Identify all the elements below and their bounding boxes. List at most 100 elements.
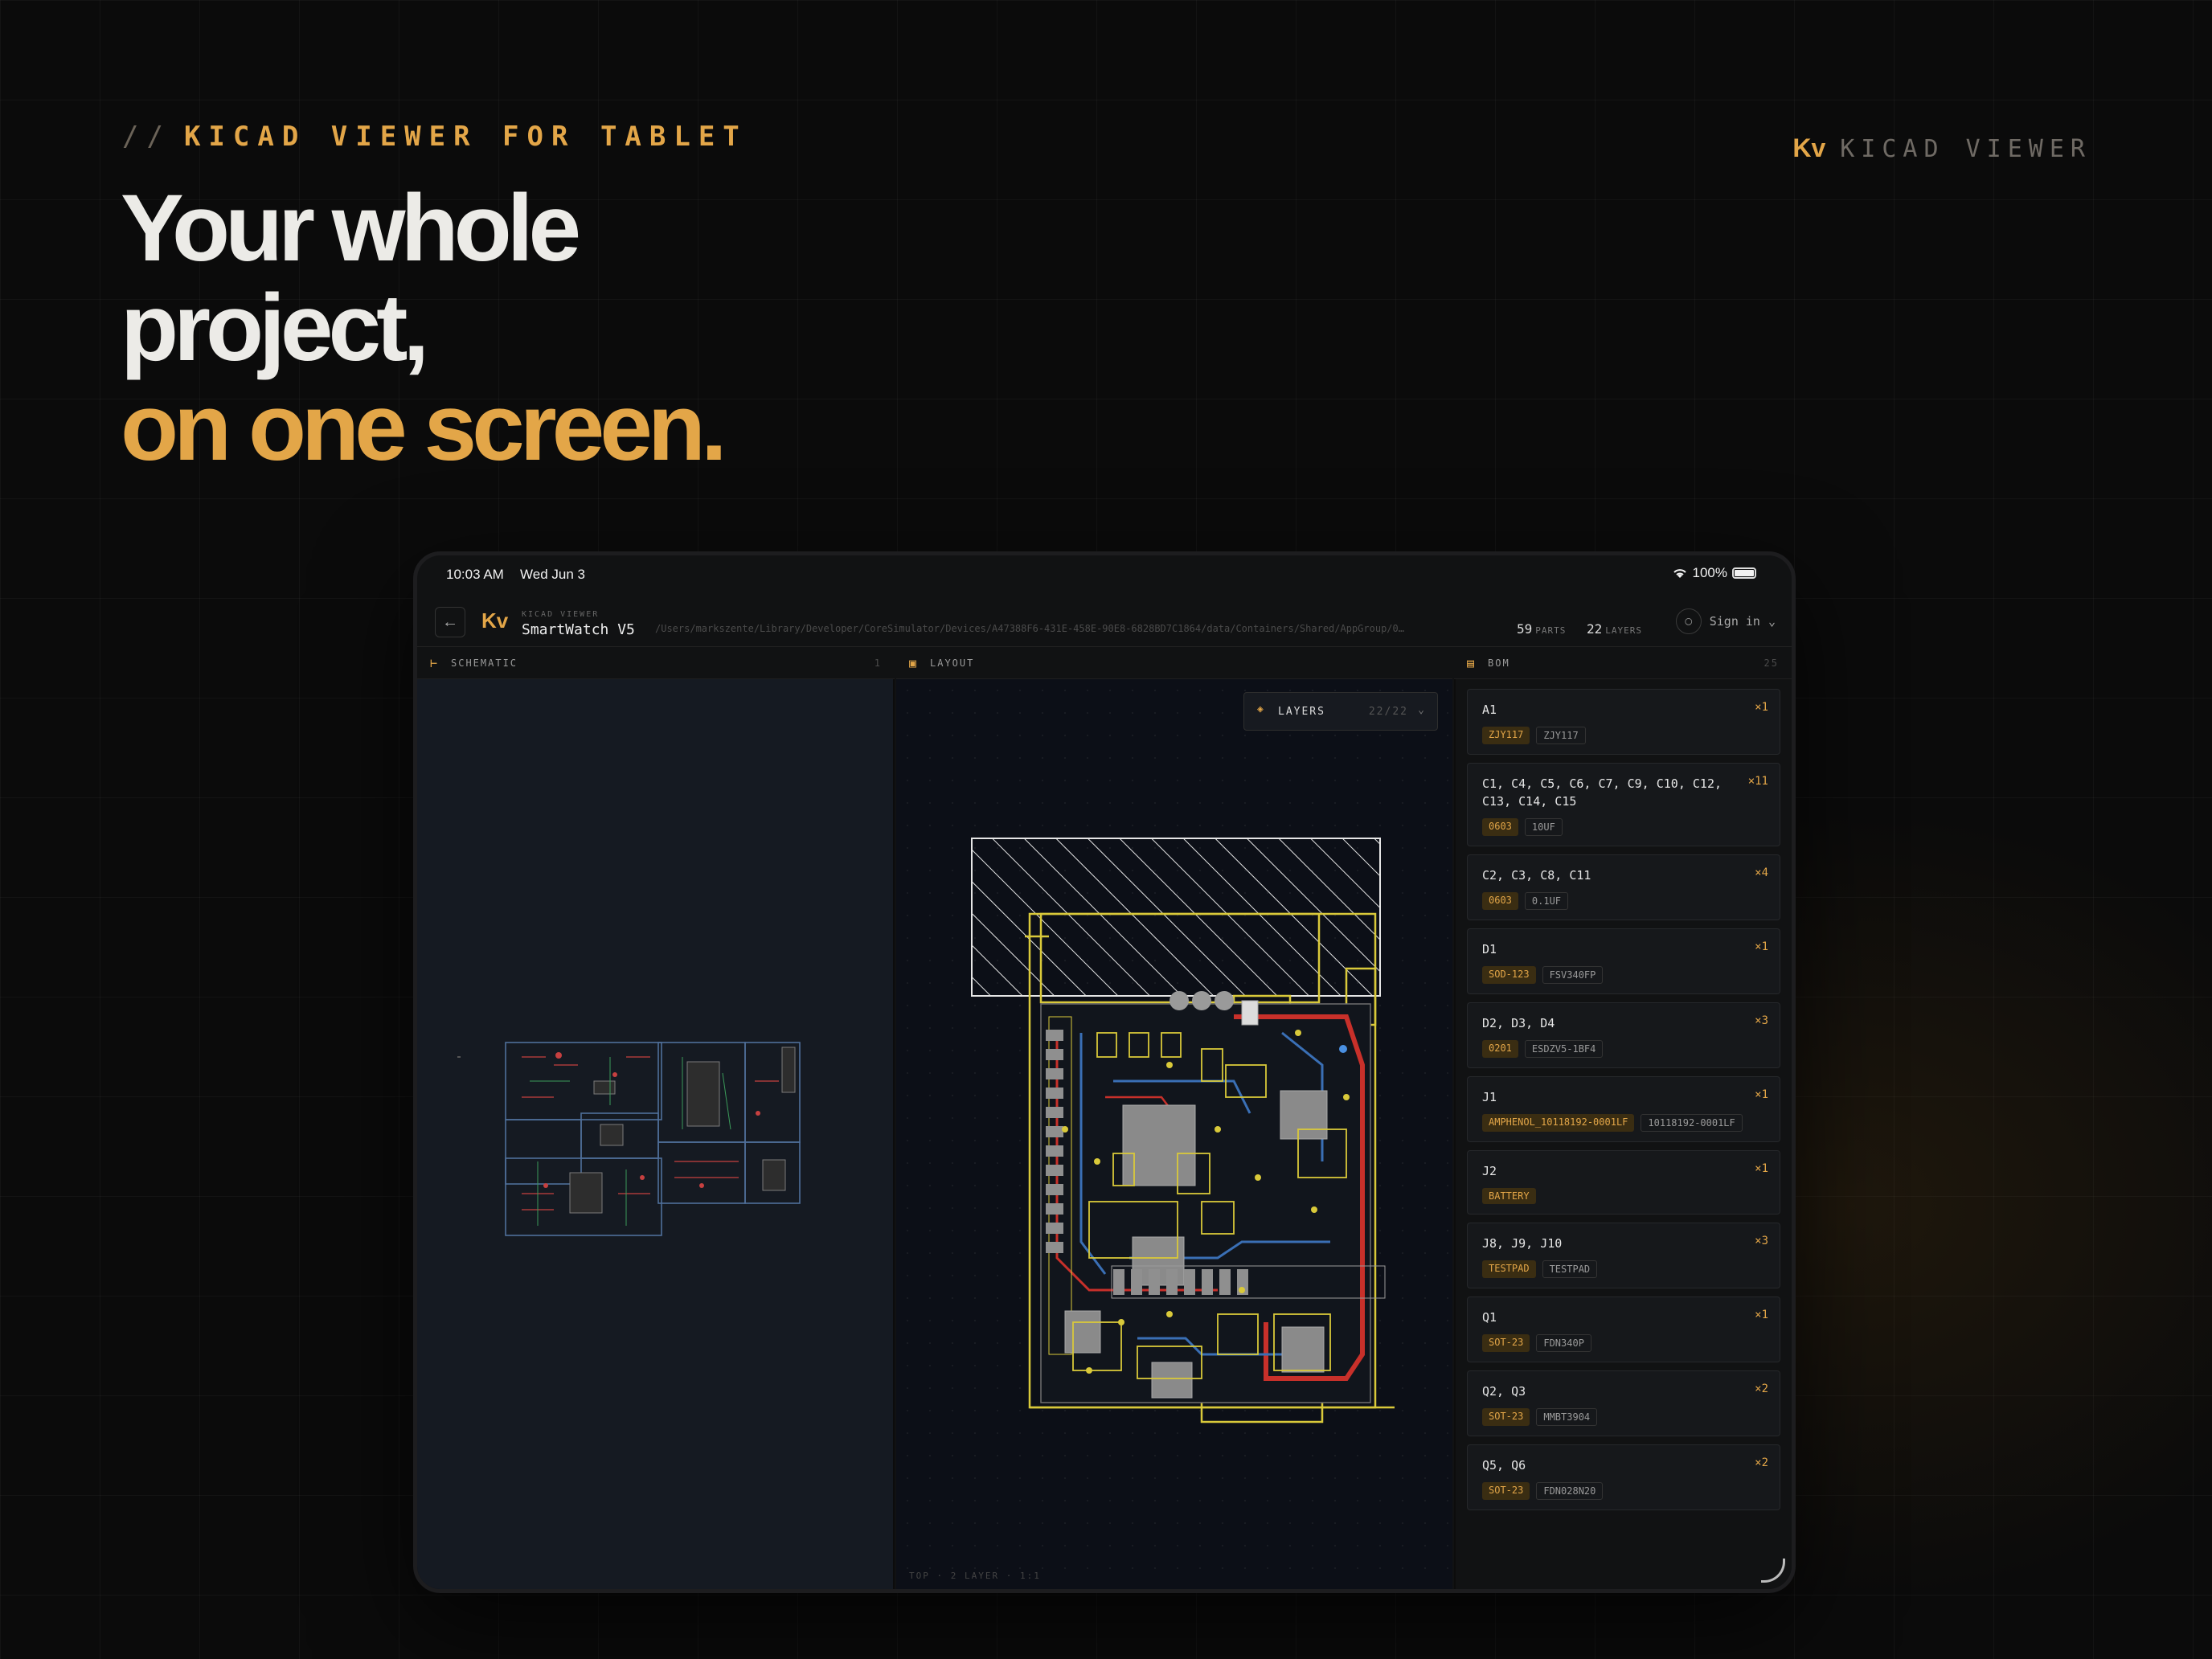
bom-value-tag: FSV340FP xyxy=(1542,966,1604,984)
status-time: 10:03 AM xyxy=(446,567,504,582)
bom-qty: ×1 xyxy=(1755,1088,1768,1101)
layout-canvas[interactable]: ◈ LAYERS 22/22 ⌄ TOP · 2 LAYER · 1:1 xyxy=(896,679,1452,1589)
tablet-frame: 10:03 AM Wed Jun 3 100% ← Kv KICAD VIEWE… xyxy=(413,551,1796,1593)
parts-label: PARTS xyxy=(1535,625,1567,636)
bom-item[interactable]: C2, C3, C8, C11 ×4 0603 0.1UF xyxy=(1467,854,1780,920)
bom-list: A1 ×1 ZJY117 ZJY117 C1, C4, C5, C6, C7, C… xyxy=(1454,679,1792,1589)
bom-qty: ×1 xyxy=(1755,1309,1768,1321)
headline: Your whole project, on one screen. xyxy=(121,175,727,481)
brand-logo: Kv xyxy=(1792,133,1826,162)
parts-number: 59 xyxy=(1517,621,1533,637)
bom-package-tag: TESTPAD xyxy=(1482,1260,1536,1278)
bom-package-tag: SOD-123 xyxy=(1482,966,1536,984)
bom-package-tag: SOT-23 xyxy=(1482,1408,1530,1426)
headline-line-3: on one screen. xyxy=(121,375,727,481)
brand: Kv KICAD VIEWER xyxy=(1792,133,2091,163)
bom-package-tag: BATTERY xyxy=(1482,1188,1536,1204)
bom-qty: ×3 xyxy=(1755,1235,1768,1247)
bom-package-tag: 0603 xyxy=(1482,818,1518,836)
schematic-drawing xyxy=(457,1042,801,1236)
bom-value-tag: 10UF xyxy=(1524,818,1563,836)
app-logo: Kv xyxy=(481,608,509,633)
bom-ref: C2, C3, C8, C11 xyxy=(1482,868,1591,883)
bom-item[interactable]: C1, C4, C5, C6, C7, C9, C10, C12, C13, C… xyxy=(1467,763,1780,846)
bom-value-tag: MMBT3904 xyxy=(1536,1408,1598,1426)
bom-header: ▤ BOM 25 xyxy=(1454,647,1792,679)
bom-qty: ×11 xyxy=(1747,775,1768,788)
eyebrow-text: KICAD VIEWER FOR TABLET xyxy=(183,121,748,153)
bom-title: BOM xyxy=(1488,657,1510,669)
sign-in-button[interactable]: ◯ Sign in ⌄ xyxy=(1675,607,1776,636)
bom-item[interactable]: J1 ×1 AMPHENOL_10118192-0001LF 10118192-0… xyxy=(1467,1076,1780,1142)
bom-ref: Q2, Q3 xyxy=(1482,1384,1526,1399)
parts-count: 59 PARTS xyxy=(1517,621,1566,637)
layers-count: 22 LAYERS xyxy=(1587,621,1642,637)
bom-qty: ×1 xyxy=(1755,940,1768,953)
bom-value-tag: FDN028N20 xyxy=(1536,1482,1604,1500)
bom-icon: ▤ xyxy=(1467,656,1477,670)
bom-ref: J1 xyxy=(1482,1090,1497,1104)
schematic-count: 1 xyxy=(874,657,882,669)
pcb-drawing xyxy=(971,838,1395,1423)
bom-ref: J2 xyxy=(1482,1164,1497,1178)
bom-ref: Q1 xyxy=(1482,1310,1497,1325)
bom-item[interactable]: Q5, Q6 ×2 SOT-23 FDN028N20 xyxy=(1467,1444,1780,1510)
schematic-icon: ⊢ xyxy=(430,656,440,670)
bom-ref: Q5, Q6 xyxy=(1482,1458,1526,1473)
user-icon: ◯ xyxy=(1675,608,1702,634)
layout-header: ▣ LAYOUT xyxy=(896,647,1452,679)
bom-package-tag: SOT-23 xyxy=(1482,1334,1530,1352)
back-button[interactable]: ← xyxy=(435,607,465,637)
bom-value-tag: TESTPAD xyxy=(1542,1260,1598,1278)
status-bar: 10:03 AM Wed Jun 3 100% xyxy=(417,555,1792,591)
headline-line-2: project, xyxy=(121,275,429,381)
bom-item[interactable]: D1 ×1 SOD-123 FSV340FP xyxy=(1467,928,1780,994)
bom-ref: J8, J9, J10 xyxy=(1482,1236,1563,1251)
bom-item[interactable]: D2, D3, D4 ×3 0201 ESDZV5-1BF4 xyxy=(1467,1002,1780,1068)
bom-package-tag: AMPHENOL_10118192-0001LF xyxy=(1482,1114,1635,1132)
chevron-down-icon: ⌄ xyxy=(1768,614,1776,629)
layout-title: LAYOUT xyxy=(930,657,975,669)
bom-qty: ×3 xyxy=(1755,1014,1768,1027)
bom-value-tag: ZJY117 xyxy=(1536,727,1586,744)
bom-ref: D1 xyxy=(1482,942,1497,956)
app-toolbar: ← Kv KICAD VIEWER SmartWatch V5 /Users/m… xyxy=(417,591,1792,647)
schematic-header: ⊢ SCHEMATIC 1 xyxy=(417,647,895,679)
wifi-icon xyxy=(1673,569,1686,578)
bom-item[interactable]: J2 ×1 BATTERY xyxy=(1467,1150,1780,1215)
bom-item[interactable]: J8, J9, J10 ×3 TESTPAD TESTPAD xyxy=(1467,1223,1780,1288)
bom-value-tag: 10118192-0001LF xyxy=(1641,1114,1743,1132)
bom-qty: ×1 xyxy=(1755,1162,1768,1175)
eyebrow: // KICAD VIEWER FOR TABLET xyxy=(122,121,748,153)
bom-value-tag: FDN340P xyxy=(1536,1334,1591,1352)
bom-count: 25 xyxy=(1763,657,1779,669)
bom-package-tag: 0603 xyxy=(1482,892,1518,910)
bom-item[interactable]: Q2, Q3 ×2 SOT-23 MMBT3904 xyxy=(1467,1370,1780,1436)
bom-item[interactable]: A1 ×1 ZJY117 ZJY117 xyxy=(1467,689,1780,755)
status-date: Wed Jun 3 xyxy=(520,567,585,582)
sign-in-label: Sign in xyxy=(1709,614,1760,629)
project-name: SmartWatch V5 xyxy=(522,621,635,638)
bom-qty: ×4 xyxy=(1755,866,1768,879)
app-label: KICAD VIEWER xyxy=(522,610,600,619)
layout-footer: TOP · 2 LAYER · 1:1 xyxy=(909,1571,1041,1581)
headline-line-1: Your whole xyxy=(121,175,581,281)
bom-qty: ×2 xyxy=(1755,1456,1768,1469)
battery-percent: 100% xyxy=(1692,565,1727,580)
bom-ref: C1, C4, C5, C6, C7, C9, C10, C12, C13, C… xyxy=(1482,776,1722,809)
status-right: 100% xyxy=(1672,565,1756,581)
bom-item[interactable]: Q1 ×1 SOT-23 FDN340P xyxy=(1467,1296,1780,1362)
bom-value-tag: ESDZV5-1BF4 xyxy=(1524,1040,1604,1058)
bom-qty: ×2 xyxy=(1755,1382,1768,1395)
bom-value-tag: 0.1UF xyxy=(1524,892,1569,910)
schematic-canvas[interactable] xyxy=(417,679,895,1589)
layers-number: 22 xyxy=(1587,621,1603,637)
bom-ref: A1 xyxy=(1482,703,1497,717)
battery-icon xyxy=(1732,567,1756,579)
project-path: /Users/markszente/Library/Developer/Core… xyxy=(655,623,1404,634)
layers-label: LAYERS xyxy=(1605,625,1643,636)
schematic-title: SCHEMATIC xyxy=(451,657,518,669)
layout-icon: ▣ xyxy=(909,656,919,670)
eyebrow-slashes: // xyxy=(122,121,171,153)
bom-package-tag: 0201 xyxy=(1482,1040,1518,1058)
